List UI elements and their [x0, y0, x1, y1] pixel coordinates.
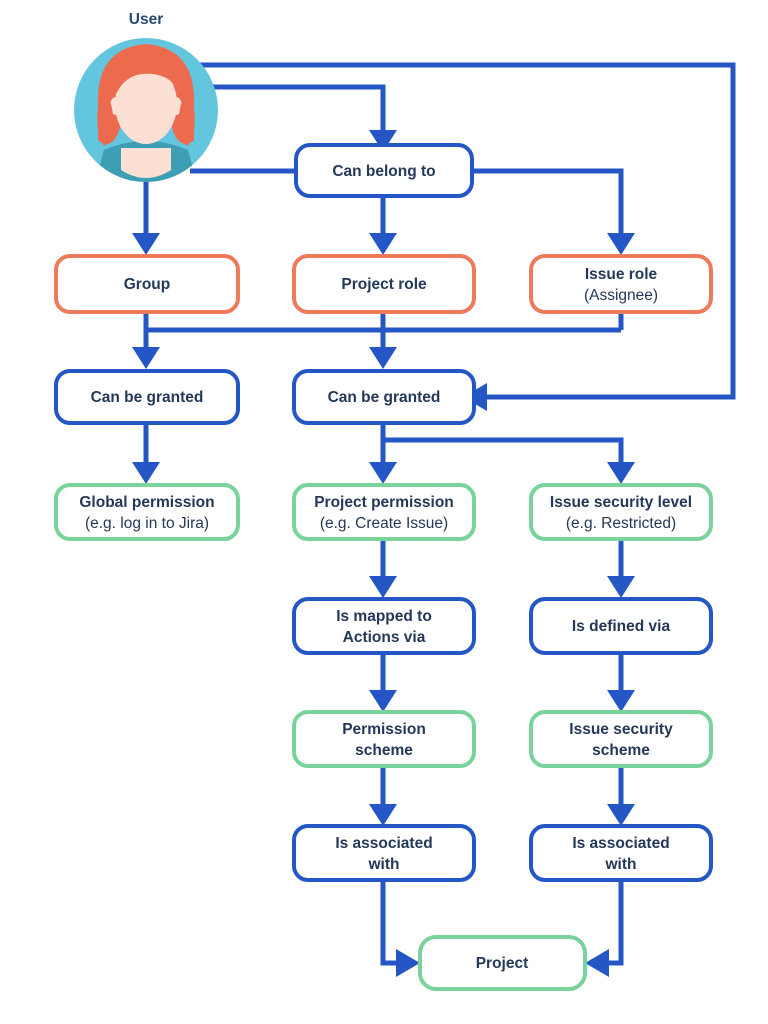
node-label-project-permission-line2: (e.g. Create Issue) [320, 515, 448, 532]
node-label-project: Project [476, 955, 529, 972]
node-can-belong-to[interactable]: Can belong to [294, 143, 474, 198]
node-issue-security-scheme[interactable]: Issue security scheme [529, 710, 713, 768]
node-label-issue-role-line1: Issue role [585, 266, 658, 283]
node-is-mapped-to[interactable]: Is mapped to Actions via [292, 597, 476, 655]
node-label-permission-scheme-line1: Permission [342, 721, 426, 738]
node-label-permission-scheme-line2: scheme [355, 742, 413, 759]
arrowhead-into-global-permission [132, 462, 160, 484]
node-project-role[interactable]: Project role [292, 254, 476, 314]
node-label-issue-security-level-line2: (e.g. Restricted) [566, 515, 676, 532]
node-permission-scheme[interactable]: Permission scheme [292, 710, 476, 768]
node-label-issue-role-line2: (Assignee) [584, 287, 658, 304]
arrowhead-into-is-associated-with-right [607, 804, 635, 826]
arrowhead-into-issue-security-level [607, 462, 635, 484]
arrowhead-into-is-mapped-to [369, 576, 397, 598]
node-label-is-defined-via: Is defined via [572, 618, 671, 635]
node-label-is-associated-with-left-line2: with [368, 856, 400, 873]
node-is-associated-with-right[interactable]: Is associated with [529, 824, 713, 882]
arrowhead-into-can-be-granted-left [132, 347, 160, 369]
edge-user-to-can-be-granted-mid [190, 62, 736, 400]
node-label-issue-security-scheme-line2: scheme [592, 742, 650, 759]
user-title-label: User [129, 11, 163, 28]
node-issue-role[interactable]: Issue role (Assignee) [529, 254, 713, 314]
diagram-canvas: User Can belong to Group Project role Is… [54, 11, 736, 991]
node-issue-security-level[interactable]: Issue security level (e.g. Restricted) [529, 483, 713, 541]
arrowhead-into-project-left [396, 949, 420, 977]
edge-is-associated-with-left-to-project [380, 880, 396, 966]
node-label-global-permission-line1: Global permission [79, 494, 214, 511]
node-label-is-associated-with-right-line1: Is associated [572, 835, 669, 852]
node-label-can-belong-to: Can belong to [332, 163, 435, 180]
node-is-associated-with-left[interactable]: Is associated with [292, 824, 476, 882]
node-is-defined-via[interactable]: Is defined via [529, 597, 713, 655]
node-label-can-be-granted-left: Can be granted [91, 389, 204, 406]
arrowhead-into-issue-security-scheme [607, 690, 635, 712]
user-avatar-icon [74, 38, 218, 182]
arrowhead-into-project-permission [369, 462, 397, 484]
flowchart-diagram: User Can belong to Group Project role Is… [0, 0, 768, 1024]
node-label-issue-security-scheme-line1: Issue security [569, 721, 673, 738]
node-label-is-mapped-to-line2: Actions via [343, 629, 426, 646]
node-label-global-permission-line2: (e.g. log in to Jira) [85, 515, 209, 532]
edge-can-be-granted-mid-to-issue-security-level [383, 437, 624, 462]
node-label-is-associated-with-left-line1: Is associated [335, 835, 432, 852]
edge-is-associated-with-right-to-project [609, 880, 624, 966]
node-label-is-mapped-to-line1: Is mapped to [336, 608, 432, 625]
node-label-project-role: Project role [341, 276, 427, 293]
node-global-permission[interactable]: Global permission (e.g. log in to Jira) [54, 483, 240, 541]
arrowhead-into-project-right [585, 949, 609, 977]
arrowhead-into-can-be-granted-mid-top [369, 347, 397, 369]
node-can-be-granted-left[interactable]: Can be granted [54, 369, 240, 425]
arrowhead-into-permission-scheme [369, 690, 397, 712]
edge-user-to-can-belong-to [190, 84, 386, 130]
node-group[interactable]: Group [54, 254, 240, 314]
node-project[interactable]: Project [418, 935, 587, 991]
node-label-project-permission-line1: Project permission [314, 494, 454, 511]
node-project-permission[interactable]: Project permission (e.g. Create Issue) [292, 483, 476, 541]
node-label-can-be-granted-mid: Can be granted [328, 389, 441, 406]
node-can-be-granted-mid[interactable]: Can be granted [292, 369, 476, 425]
arrowhead-into-is-associated-with-left [369, 804, 397, 826]
arrowhead-into-group [132, 233, 160, 255]
node-label-is-associated-with-right-line2: with [605, 856, 637, 873]
arrowhead-into-issue-role [607, 233, 635, 255]
arrowhead-into-project-role [369, 233, 397, 255]
node-label-group: Group [124, 276, 171, 293]
node-label-issue-security-level-line1: Issue security level [550, 494, 692, 511]
arrowhead-into-is-defined-via [607, 576, 635, 598]
